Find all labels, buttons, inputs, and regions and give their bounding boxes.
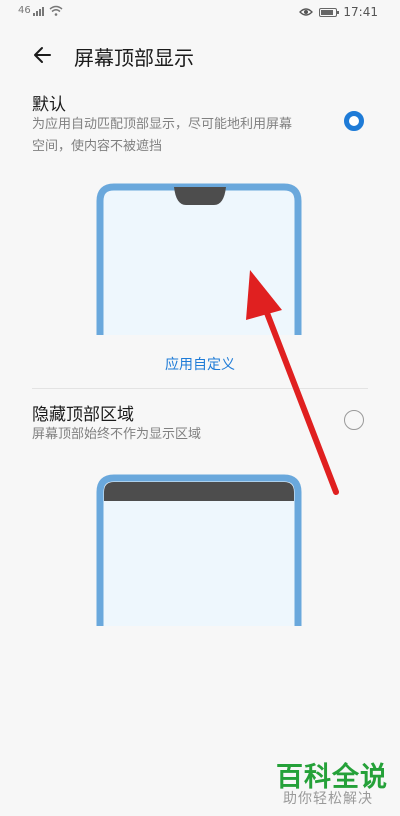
network-type: 46 — [18, 5, 31, 16]
annotation-arrow-icon — [246, 270, 339, 495]
option-default-radio[interactable] — [344, 111, 364, 131]
back-button[interactable] — [28, 40, 58, 70]
back-arrow-icon — [34, 47, 51, 63]
page-title: 屏幕顶部显示 — [74, 46, 194, 70]
watermark-tagline: 助你轻松解决 — [283, 791, 373, 807]
option-hide-top-title[interactable]: 隐藏顶部区域 — [32, 400, 134, 425]
option-default-desc-line2: 空间，使内容不被遮挡 — [32, 139, 163, 154]
signal-icon — [32, 7, 44, 16]
battery-icon — [319, 7, 340, 17]
eye-comfort-icon — [299, 8, 314, 16]
wifi-icon — [49, 5, 63, 16]
option-hide-top-desc: 屏幕顶部始终不作为显示区域 — [32, 427, 202, 442]
clock: 17:41 — [343, 5, 378, 19]
option-default-title[interactable]: 默认 — [32, 90, 66, 115]
option-default-desc-line1: 为应用自动匹配顶部显示，尽可能地利用屏幕 — [32, 117, 293, 132]
header: 屏幕顶部显示 — [0, 32, 400, 76]
status-bar: 46 17:41 — [0, 0, 400, 26]
status-left: 46 — [18, 5, 63, 16]
status-right: 17:41 — [299, 5, 378, 19]
